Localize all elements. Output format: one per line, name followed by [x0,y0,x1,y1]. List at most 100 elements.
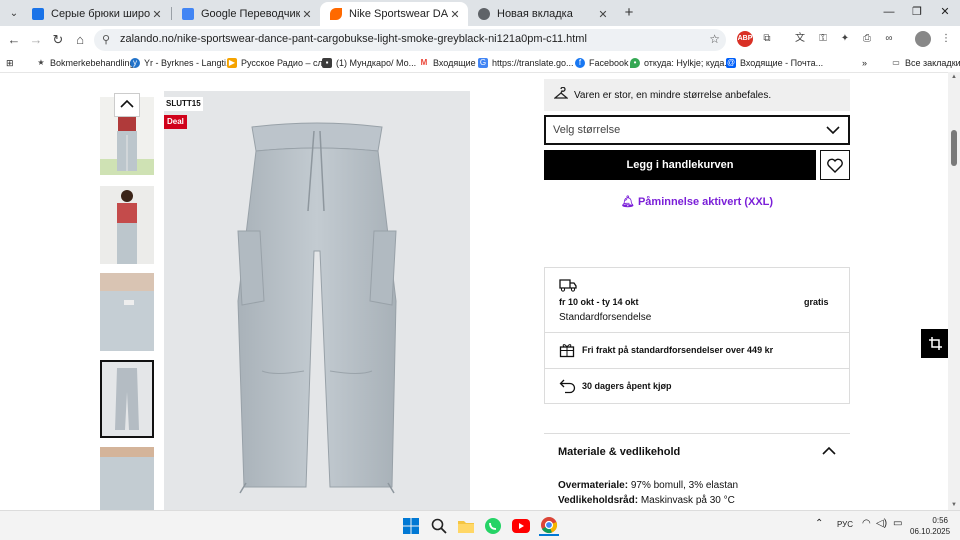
tab-new-tab[interactable]: Новая вкладка ✕ [468,2,616,26]
pin-extension-icon[interactable]: ✦ [837,31,853,47]
bookmark-item[interactable]: f Facebook [575,56,629,70]
radio-icon: ▶ [227,58,237,68]
screenshot-crop-button[interactable] [921,329,950,358]
bookmark-item[interactable]: • откуда: Hylkje; куда... [630,56,732,70]
system-clock[interactable]: 0:56 06.10.2025 [910,515,950,537]
close-icon[interactable]: ✕ [596,8,610,21]
windows-start-icon[interactable] [401,516,421,536]
tab-label: Серые брюки широкого кроя [51,8,150,20]
tab-label: Nike Sportswear DANCE PANT [349,8,448,20]
tab-nike-dance-pant[interactable]: Nike Sportswear DANCE PANT ✕ [320,2,468,26]
product-thumbnail[interactable] [100,186,154,264]
product-photo-flat [102,362,152,436]
bookmark-item[interactable]: G https://translate.go... [478,56,574,70]
new-tab-button[interactable]: + [620,4,638,22]
chevron-up-icon [120,99,134,108]
battery-icon[interactable]: ▭ [893,518,902,529]
model-photo-5 [100,447,154,510]
extensions-puzzle-icon[interactable]: ⧉ [759,31,775,47]
bookmark-label: Yr - Byrknes - Langti... [144,58,234,68]
page-content: SLUTT15 Deal Varen er stor, en mindre st… [0,72,960,510]
deal-badge: Deal [164,115,187,129]
tray-chevron-up-icon[interactable]: ⌃ [815,518,823,529]
cargo-pants-photo [237,122,397,494]
model-photo-3 [100,273,154,351]
keyboard-language[interactable]: РУС [837,520,853,529]
back-button[interactable]: ← [5,31,23,49]
bookmark-label: Bokmerkebehandling [50,58,135,68]
heart-icon [827,158,843,173]
mail-icon: @ [726,58,736,68]
kebab-menu-icon[interactable]: ⋮ [938,31,954,47]
all-bookmarks-button[interactable]: ▭ Все закладки [891,56,960,70]
apps-grid-icon[interactable]: ⊞ [6,56,14,70]
product-thumbnail-selected[interactable] [100,360,154,438]
print-icon[interactable]: ⎙ [859,31,875,47]
close-window-button[interactable]: ✕ [933,3,957,21]
tab-grey-trousers[interactable]: Серые брюки широкого кроя ✕ [22,2,170,26]
volume-icon[interactable]: ◁) [876,518,887,529]
tab-google-translate[interactable]: Google Переводчик ✕ [172,2,320,26]
gift-box-icon [559,344,575,358]
care-label: Vedlikeholdsråd: [558,495,639,506]
address-bar[interactable]: ⚲ zalando.no/nike-sportswear-dance-pant-… [94,29,726,51]
accordion-title[interactable]: Materiale & vedlikehold [558,446,680,458]
returns-text: 30 dagers åpent kjøp [582,381,672,391]
translate-extension-icon[interactable]: 文 [792,31,808,47]
profile-avatar[interactable] [915,31,931,47]
maximize-button[interactable]: ❐ [905,3,929,21]
minimize-button[interactable]: — [877,3,901,21]
wifi-icon[interactable]: ◠ [862,518,871,529]
home-button[interactable]: ⌂ [71,31,89,49]
adblock-extension-icon[interactable]: ABP [737,31,753,47]
scroll-up-arrow-icon[interactable]: ▲ [950,74,958,80]
add-to-cart-button[interactable]: Legg i handlekurven [544,150,816,180]
file-explorer-icon[interactable] [456,516,476,536]
whatsapp-icon[interactable] [483,516,503,536]
bookmark-item[interactable]: M Входящие [419,56,476,70]
key-extension-icon[interactable]: ⚿ [815,31,831,47]
folder-icon: ▭ [892,58,900,67]
forward-button[interactable]: → [27,31,45,49]
product-main-image[interactable] [164,91,470,510]
more-bookmarks-chevron-icon[interactable]: » [862,56,867,70]
close-icon[interactable]: ✕ [150,8,164,21]
youtube-icon[interactable] [511,516,531,536]
all-bookmarks-label: Все закладки [905,58,960,68]
page-scrollbar[interactable]: ▲ ▼ [948,72,960,510]
search-icon[interactable] [429,516,449,536]
translate-favicon-icon [182,8,194,20]
tab-search-icon[interactable]: ⌄ [4,4,24,22]
crop-icon [929,337,942,350]
wishlist-button[interactable] [820,150,850,180]
url-text[interactable]: zalando.no/nike-sportswear-dance-pant-ca… [120,33,587,45]
product-thumbnail[interactable] [100,273,154,351]
size-select-placeholder: Velg størrelse [553,124,621,136]
folder-icon: ▪ [322,58,332,68]
hanger-icon [553,86,569,104]
size-select[interactable]: Velg størrelse [544,115,850,145]
chevron-up-icon[interactable] [822,446,836,456]
reload-button[interactable]: ↻ [49,31,67,49]
bookmark-item[interactable]: ★ Bokmerkebehandling [36,56,135,70]
scroll-down-arrow-icon[interactable]: ▼ [950,502,958,508]
close-icon[interactable]: ✕ [300,8,314,21]
chrome-icon[interactable] [539,516,559,536]
outer-material-line: Overmateriale: 97% bomull, 3% elastan [558,480,738,491]
site-info-icon[interactable]: ⚲ [102,33,110,46]
bookmark-item[interactable]: y Yr - Byrknes - Langti... [130,56,234,70]
bookmark-item[interactable]: ▪ (1) Мундкаро/ Мо... [322,56,416,70]
bookmark-item[interactable]: @ Входящие - Почта... [726,56,823,70]
link-icon[interactable]: ∞ [881,31,897,47]
scrollbar-thumb[interactable] [951,130,957,166]
close-icon[interactable]: ✕ [448,8,462,21]
thumbnails-scroll-up-button[interactable] [114,93,140,117]
outer-material-value: 97% bomull, 3% elastan [630,480,739,491]
bookmark-star-icon[interactable]: ☆ [709,32,720,46]
truck-icon [559,279,577,292]
restock-reminder-link[interactable]: 🔔︎ Påminnelse aktivert (XXL) [544,195,850,208]
product-thumbnail[interactable] [100,447,154,510]
globe-favicon-icon [478,8,490,20]
translate-icon: G [478,58,488,68]
bookmark-item[interactable]: ▶ Русское Радио – сл... [227,56,330,70]
